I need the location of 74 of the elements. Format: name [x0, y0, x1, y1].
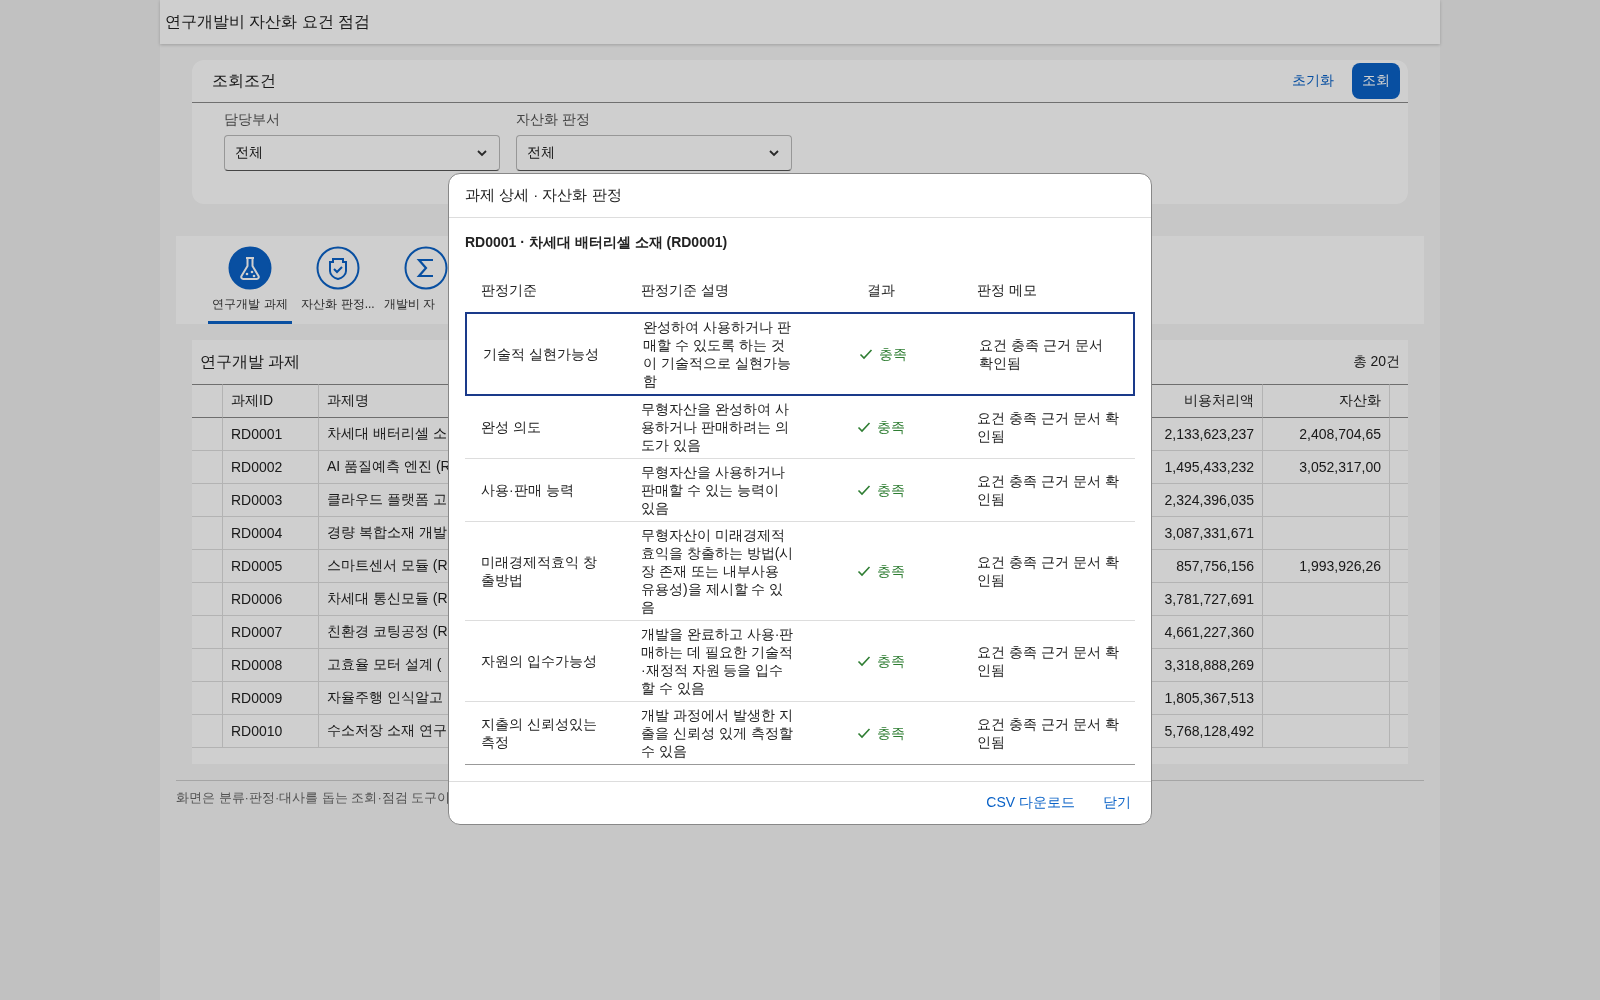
criterion-row[interactable]: 자원의 입수가능성 개발을 완료하고 사용·판매하는 데 필요한 기술적·재정적 자원 등을 입수할 수 있음 충족 요건 충족 근거 문서 확인됨	[465, 621, 1135, 702]
field-label: 담당부서	[224, 111, 281, 129]
check-icon	[857, 564, 871, 578]
empty-cell	[192, 418, 223, 451]
empty-cell	[192, 384, 223, 418]
reset-button[interactable]: 초기화	[1282, 66, 1344, 96]
download-button[interactable]: CSV 다운로드	[978, 790, 1083, 816]
record-count: 총 20건	[1352, 353, 1400, 371]
panel-title: 조회조건	[212, 70, 277, 91]
result-text: 충족	[877, 418, 905, 436]
table-cell: RD0010	[223, 715, 319, 748]
criterion-row[interactable]: 기술적 실현가능성 완성하여 사용하거나 판매할 수 있도록 하는 것이 기술적으로 실현가능함 충족 요건 충족 근거 문서 확인됨	[465, 312, 1135, 396]
column-header: 자산화	[1263, 384, 1390, 418]
check-icon	[857, 654, 871, 668]
select-field[interactable]: 전체	[224, 135, 500, 171]
column-header: 과제ID	[223, 384, 319, 418]
table-cell-text: 자원의 입수가능성	[480, 652, 598, 671]
tab[interactable]: 자산화 판정...	[296, 236, 380, 324]
column-header: 판정기준	[480, 281, 538, 300]
empty-cell	[192, 682, 223, 715]
column-header: 판정기준 설명	[640, 281, 730, 300]
result-text: 충족	[877, 652, 905, 670]
tab[interactable]: 연구개발 과제	[208, 236, 292, 324]
criterion-row[interactable]: 미래경제적효익 창출방법 무형자산이 미래경제적 효익을 창출하는 방법(시장 존재 또는 내부사용 유용성)을 제시할 수 있음 충족 요건 충족 근거 문서 확인됨	[465, 522, 1135, 621]
empty-cell	[192, 715, 223, 748]
empty-cell	[192, 550, 223, 583]
empty-cell	[192, 484, 223, 517]
dialog-title: 과제 상세 · 자산화 판정	[449, 174, 1151, 218]
table-cell-text: 요건 충족 근거 문서 확인됨	[978, 336, 1104, 373]
criterion-row[interactable]: 완성 의도 무형자산을 완성하여 사용하거나 판매하려는 의도가 있음 충족 요건 충족 근거 문서 확인됨	[465, 396, 1135, 459]
result-text: 충족	[879, 345, 907, 363]
table-cell-text: 사용·판매 능력	[480, 481, 575, 500]
table-cell: 1,993,926,26	[1263, 550, 1390, 583]
table-cell: 2,408,704,65	[1263, 418, 1390, 451]
page-title: 연구개발비 자산화 요건 점검	[164, 12, 372, 32]
table-cell: RD0001	[223, 418, 319, 451]
table-cell-text: 기술적 실현가능성	[482, 345, 600, 364]
close-button[interactable]: 닫기	[1095, 790, 1139, 816]
empty-cell	[192, 649, 223, 682]
check-icon	[857, 726, 871, 740]
scrollbar-track	[1390, 384, 1408, 418]
search-button[interactable]: 조회	[1352, 63, 1400, 99]
table-cell: RD0009	[223, 682, 319, 715]
check-icon	[857, 483, 871, 497]
table-cell: RD0006	[223, 583, 319, 616]
table-cell: RD0005	[223, 550, 319, 583]
field-label: 자산화 판정	[516, 111, 591, 129]
criterion-row[interactable]: 사용·판매 능력 무형자산을 사용하거나 판매할 수 있는 능력이 있음 충족 요건 충족 근거 문서 확인됨	[465, 459, 1135, 522]
check-icon	[857, 420, 871, 434]
table-cell: RD0008	[223, 649, 319, 682]
criterion-row[interactable]: 지출의 신뢰성있는 측정 개발 과정에서 발생한 지출을 신뢰성 있게 측정할 수 있음 충족 요건 충족 근거 문서 확인됨	[465, 702, 1135, 765]
result-text: 충족	[877, 481, 905, 499]
empty-cell	[192, 451, 223, 484]
select-field[interactable]: 전체	[516, 135, 792, 171]
column-header: 판정 메모	[976, 281, 1038, 300]
tab[interactable]: 개발비 자	[384, 236, 447, 324]
shield-icon	[316, 246, 360, 290]
empty-cell	[192, 583, 223, 616]
table-cell: RD0003	[223, 484, 319, 517]
footer-note: 화면은 분류·판정·대사를 돕는 조회·점검 도구이	[176, 789, 451, 807]
result-text: 충족	[877, 724, 905, 742]
flask-icon	[228, 246, 272, 290]
check-icon	[859, 347, 873, 361]
empty-cell	[192, 616, 223, 649]
dialog-subtitle: RD0001 · 차세대 배터리셀 소재 (RD0001)	[465, 234, 729, 252]
column-header: 결과	[866, 281, 896, 299]
table-cell: RD0002	[223, 451, 319, 484]
table-cell: RD0007	[223, 616, 319, 649]
table-title: 연구개발 과제	[200, 351, 301, 372]
table-cell: 3,052,317,00	[1263, 451, 1390, 484]
table-cell-text: 완성 의도	[480, 418, 542, 437]
table-cell: RD0004	[223, 517, 319, 550]
empty-cell	[192, 517, 223, 550]
result-text: 충족	[877, 562, 905, 580]
